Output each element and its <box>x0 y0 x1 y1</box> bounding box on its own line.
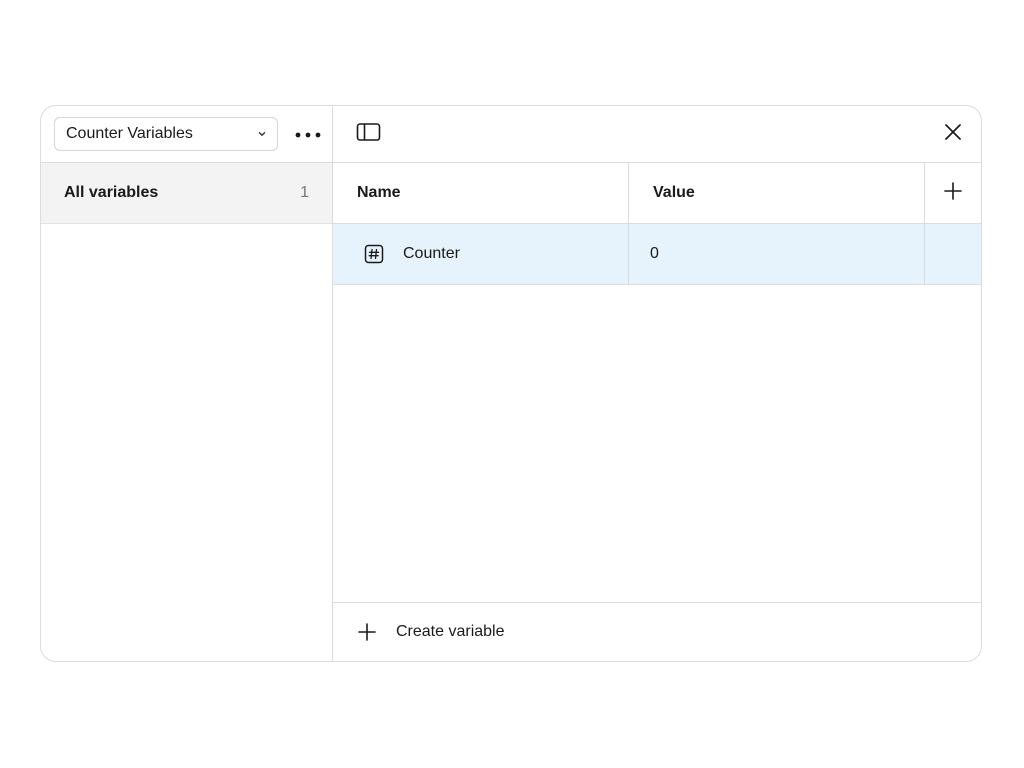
sidebar-item-all-variables[interactable]: All variables 1 <box>41 163 332 224</box>
panel-header <box>333 106 981 163</box>
close-icon <box>944 123 962 146</box>
group-label: All variables <box>64 184 159 201</box>
table-header: Name Value <box>333 163 981 224</box>
chevron-down-icon <box>257 129 267 139</box>
more-horizontal-icon <box>295 125 321 143</box>
group-count: 1 <box>300 184 309 201</box>
variables-table-panel: Name Value Counter 0 Create variable <box>333 106 981 661</box>
close-button[interactable] <box>941 122 965 146</box>
variable-value-cell[interactable]: 0 <box>629 224 925 284</box>
sidebar-toggle-icon <box>356 122 382 147</box>
variable-name: Counter <box>403 245 460 262</box>
create-variable-button[interactable]: Create variable <box>333 602 981 661</box>
add-mode-button[interactable] <box>925 163 981 223</box>
number-hash-icon <box>364 244 384 264</box>
create-variable-label: Create variable <box>396 623 505 640</box>
variable-name-cell[interactable]: Counter <box>333 224 629 284</box>
sidebar-toggle-button[interactable] <box>355 122 383 146</box>
column-header-value: Value <box>629 163 925 223</box>
more-options-button[interactable] <box>293 120 323 148</box>
column-header-name: Name <box>333 163 629 223</box>
collections-sidebar: Counter Variables All variables 1 <box>41 106 333 661</box>
variables-panel: Counter Variables All variables 1 Name V… <box>40 105 982 662</box>
variable-value: 0 <box>650 245 659 262</box>
collection-dropdown[interactable]: Counter Variables <box>54 117 278 151</box>
sidebar-header: Counter Variables <box>41 106 332 163</box>
collection-dropdown-label: Counter Variables <box>66 125 193 142</box>
plus-icon <box>943 181 963 206</box>
table-row[interactable]: Counter 0 <box>333 224 981 285</box>
row-extra-cell <box>925 224 981 284</box>
plus-icon <box>357 622 377 642</box>
